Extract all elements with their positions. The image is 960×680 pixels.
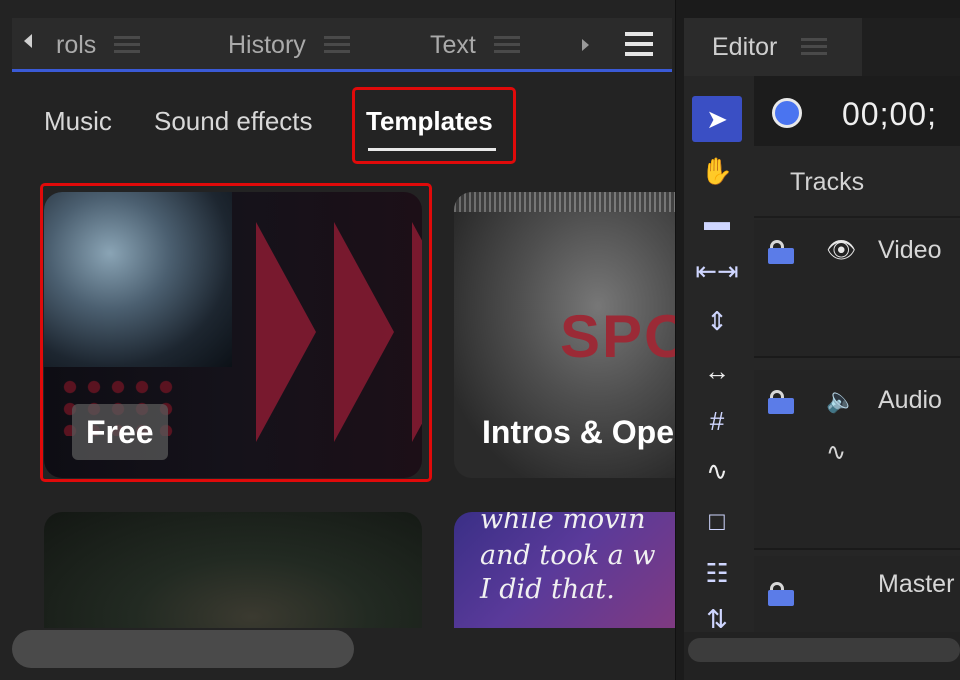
template-card-intros[interactable]: SPO Intros & Ope <box>454 192 675 478</box>
quote-line: while movin <box>480 512 646 535</box>
tab-editor[interactable]: Editor <box>684 18 862 76</box>
tool-column: ➤ ✋ ▬ ⇤⇥ ⇕ ↔ # ∿ □ ☷ ⇅ <box>684 76 750 636</box>
track-video[interactable]: 👁 Video <box>754 220 960 358</box>
quote-line: I did that. <box>480 574 615 605</box>
waveform-icon[interactable]: ∿ <box>826 438 846 467</box>
track-label: Audio <box>878 386 942 414</box>
panel-tab-bar: rols History Text <box>12 18 672 72</box>
speaker-icon[interactable]: 🔈 <box>826 386 856 415</box>
card-overlay-text: SPO <box>560 303 675 370</box>
templates-highlight <box>352 87 516 164</box>
razor-icon[interactable]: ▬ <box>692 198 742 244</box>
stripe-graphic <box>454 192 675 212</box>
left-panel: rols History Text Music Sound effects Te… <box>0 0 676 680</box>
drag-grip-icon[interactable] <box>801 38 828 56</box>
lock-icon[interactable] <box>768 240 794 264</box>
timecode-bar: 00;00; <box>754 76 960 146</box>
tab-label: Editor <box>712 32 778 61</box>
tab-label: History <box>228 30 306 59</box>
menu-icon[interactable] <box>625 32 653 56</box>
tracks-header: Tracks <box>754 152 960 218</box>
lock-icon[interactable] <box>768 390 794 414</box>
clock-icon <box>772 98 802 128</box>
eye-icon[interactable]: 👁 <box>826 236 856 265</box>
tab-text[interactable]: Text <box>430 18 520 72</box>
ripple-icon[interactable]: ⇤⇥ <box>692 248 742 294</box>
tab-scroll-right-icon[interactable] <box>582 39 589 51</box>
tab-history[interactable]: History <box>228 18 350 72</box>
envelope-icon[interactable]: ∿ <box>692 448 742 494</box>
selection-box-icon[interactable]: □ <box>692 498 742 544</box>
slip-icon[interactable]: ⇕ <box>692 298 742 344</box>
drag-grip-icon[interactable] <box>114 36 141 54</box>
track-audio[interactable]: 🔈 Audio ∿ <box>754 370 960 550</box>
scrollbar-thumb[interactable] <box>688 638 960 662</box>
timecode-display[interactable]: 00;00; <box>842 96 937 133</box>
mixer-icon[interactable]: ☷ <box>692 550 742 596</box>
tab-controls[interactable]: rols <box>56 18 141 72</box>
tracks-label: Tracks <box>790 168 865 196</box>
subtab-sound-effects[interactable]: Sound effects <box>154 106 313 137</box>
lock-icon[interactable] <box>768 582 794 606</box>
tab-label: Text <box>430 30 476 59</box>
grid-icon[interactable]: # <box>692 398 742 444</box>
quote-line: and took a w <box>480 540 656 571</box>
subtab-music[interactable]: Music <box>44 106 112 137</box>
drag-grip-icon[interactable] <box>493 36 520 54</box>
editor-body: ➤ ✋ ▬ ⇤⇥ ⇕ ↔ # ∿ □ ☷ ⇅ 00;00; Tracks 👁 V… <box>684 76 960 680</box>
track-label: Video <box>878 236 942 264</box>
drag-grip-icon[interactable] <box>323 36 350 54</box>
free-card-highlight <box>40 183 432 482</box>
stretch-icon[interactable]: ↔ <box>692 348 742 394</box>
track-label: Master <box>878 570 955 598</box>
hand-icon[interactable]: ✋ <box>692 148 742 194</box>
tab-label: rols <box>56 30 97 59</box>
editor-panel: Editor ➤ ✋ ▬ ⇤⇥ ⇕ ↔ # ∿ □ ☷ ⇅ 00;00; Tra… <box>684 18 960 680</box>
tab-scroll-left-icon[interactable] <box>24 34 32 48</box>
card-label: Intros & Ope <box>482 414 675 450</box>
select-arrow-icon[interactable]: ➤ <box>692 96 742 142</box>
subtab-bar: Music Sound effects Templates <box>12 78 672 178</box>
scrollbar-thumb[interactable] <box>12 630 354 668</box>
